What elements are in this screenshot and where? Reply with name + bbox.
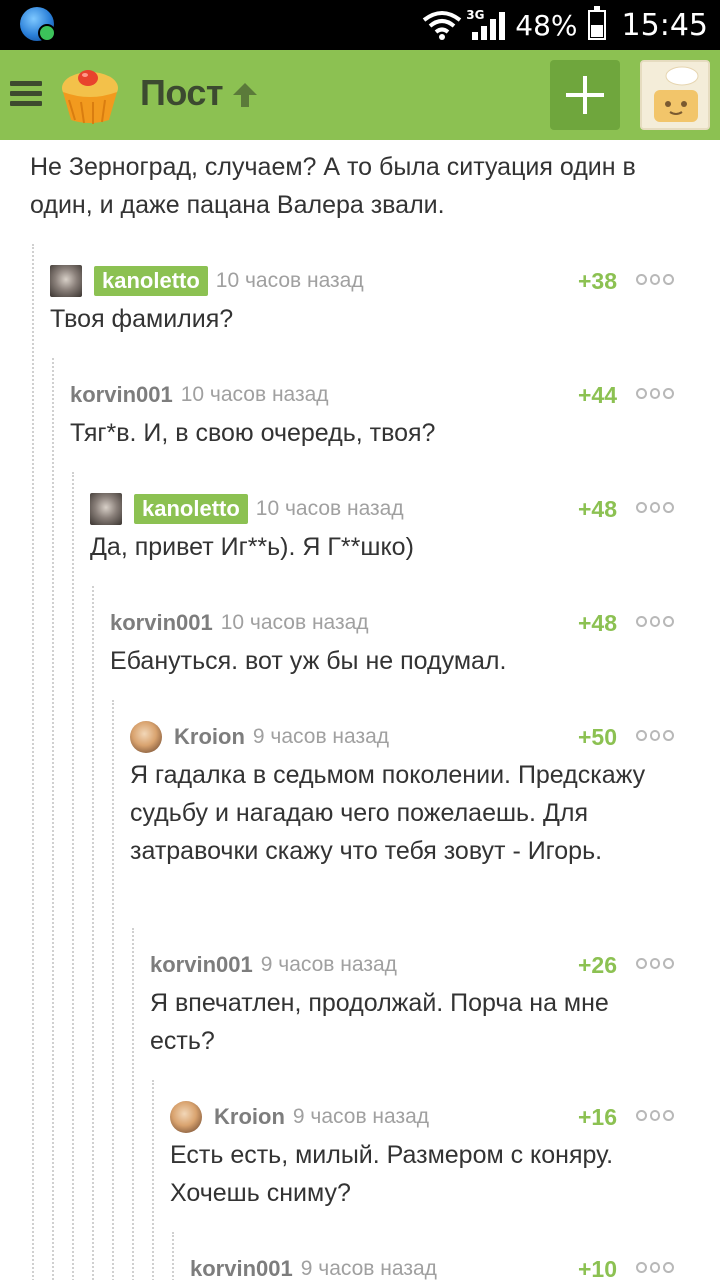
clock: 15:45 [621,7,708,43]
app-bar: Пост [0,50,720,140]
more-options-icon[interactable] [636,502,675,516]
globe-icon [20,7,56,42]
more-options-icon[interactable] [636,388,675,402]
arrow-up-icon[interactable] [230,80,260,110]
comment-text: Я впечатлен, продолжай. Порча на мне ест… [150,989,609,1055]
avatar[interactable] [130,721,162,753]
comments-feed[interactable]: Не Зерноград, случаем? А то была ситуаци… [0,140,720,1280]
comment-time: 9 часов назад [252,725,390,748]
more-options-icon[interactable] [636,958,675,972]
add-post-button[interactable] [550,60,620,130]
more-options-icon[interactable] [636,616,675,630]
avatar[interactable] [170,1101,202,1133]
thread-rail [132,928,134,1280]
more-options-icon[interactable] [636,730,675,744]
comment-author[interactable]: korvin001 [150,952,253,978]
comment-rating: +50 [578,724,618,750]
signal-icon: 3G [466,8,506,40]
comment-rating: +16 [578,1104,618,1130]
thread-rail [152,1080,154,1280]
comment-rating: +48 [578,496,618,522]
battery-percent: 48% [515,8,578,42]
comment-text: Не Зерноград, случаем? А то была ситуаци… [30,153,636,219]
thread-rail [172,1232,174,1280]
thread-rail [112,700,114,1280]
comment-time: 9 часов назад [260,953,397,976]
comment-time: 10 часов назад [255,497,404,520]
comment-author[interactable]: kanoletto [94,266,208,296]
avatar[interactable] [90,493,122,525]
comment-author[interactable]: Kroion [214,1104,285,1130]
comment-author[interactable]: korvin001 [70,382,173,408]
comment-rating: +48 [578,610,618,636]
comment-text: Ебануться. вот уж бы не подумал. [110,647,507,675]
comment-rating: +44 [578,382,618,408]
thread-rail [52,358,54,1280]
comment-text: Да, привет Иг**ь). Я Г**шко) [90,533,414,561]
hamburger-icon[interactable] [10,81,42,107]
comment-author[interactable]: korvin001 [110,610,213,636]
more-options-icon[interactable] [636,274,675,288]
wifi-icon [422,10,462,40]
network-type: 3G [466,8,485,22]
thread-rail [32,244,34,1280]
cupcake-logo-icon[interactable] [57,62,123,128]
thread-rail [92,586,94,1280]
comment-text: Я гадалка в седьмом поколении. Предскажу… [130,761,646,865]
comment-rating: +26 [578,952,618,978]
comment-time: 9 часов назад [292,1105,430,1128]
comment-author[interactable]: kanoletto [134,494,248,524]
comment-text: Тяг*в. И, в свою очередь, твоя? [70,419,436,447]
comment-time: 10 часов назад [220,611,369,634]
avatar[interactable] [50,265,82,297]
thread-rail [72,472,74,1280]
comment-text: Твоя фамилия? [50,305,234,333]
comment-time: 10 часов назад [215,269,364,292]
more-options-icon[interactable] [636,1262,675,1276]
more-options-icon[interactable] [636,1110,675,1124]
comment-author[interactable]: korvin001 [190,1256,293,1280]
comment-text: Есть есть, милый. Размером с коняру. Хоч… [170,1141,614,1207]
comment-time: 10 часов назад [180,383,329,406]
user-avatar[interactable] [640,60,710,130]
status-bar: 3G 48% 15:45 [0,0,720,50]
comment-time: 9 часов назад [300,1257,437,1280]
page-title: Пост [140,72,224,113]
battery-icon [587,6,606,40]
comment-rating: +10 [578,1256,618,1280]
comment-author[interactable]: Kroion [174,724,245,750]
comment-rating: +38 [578,268,618,294]
